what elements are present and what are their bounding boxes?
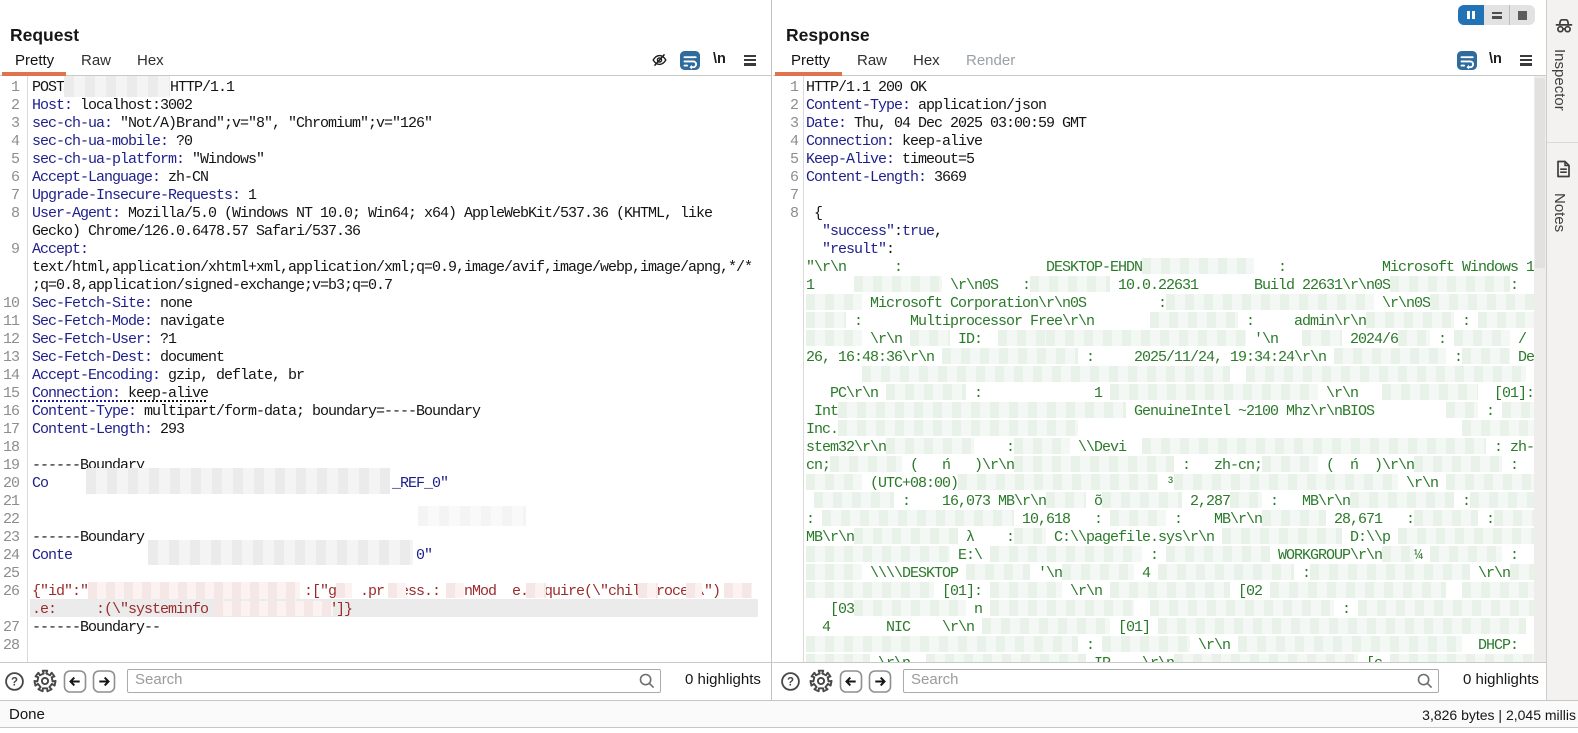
svg-text:?: ?: [786, 676, 793, 688]
svg-text:?: ?: [10, 676, 17, 688]
